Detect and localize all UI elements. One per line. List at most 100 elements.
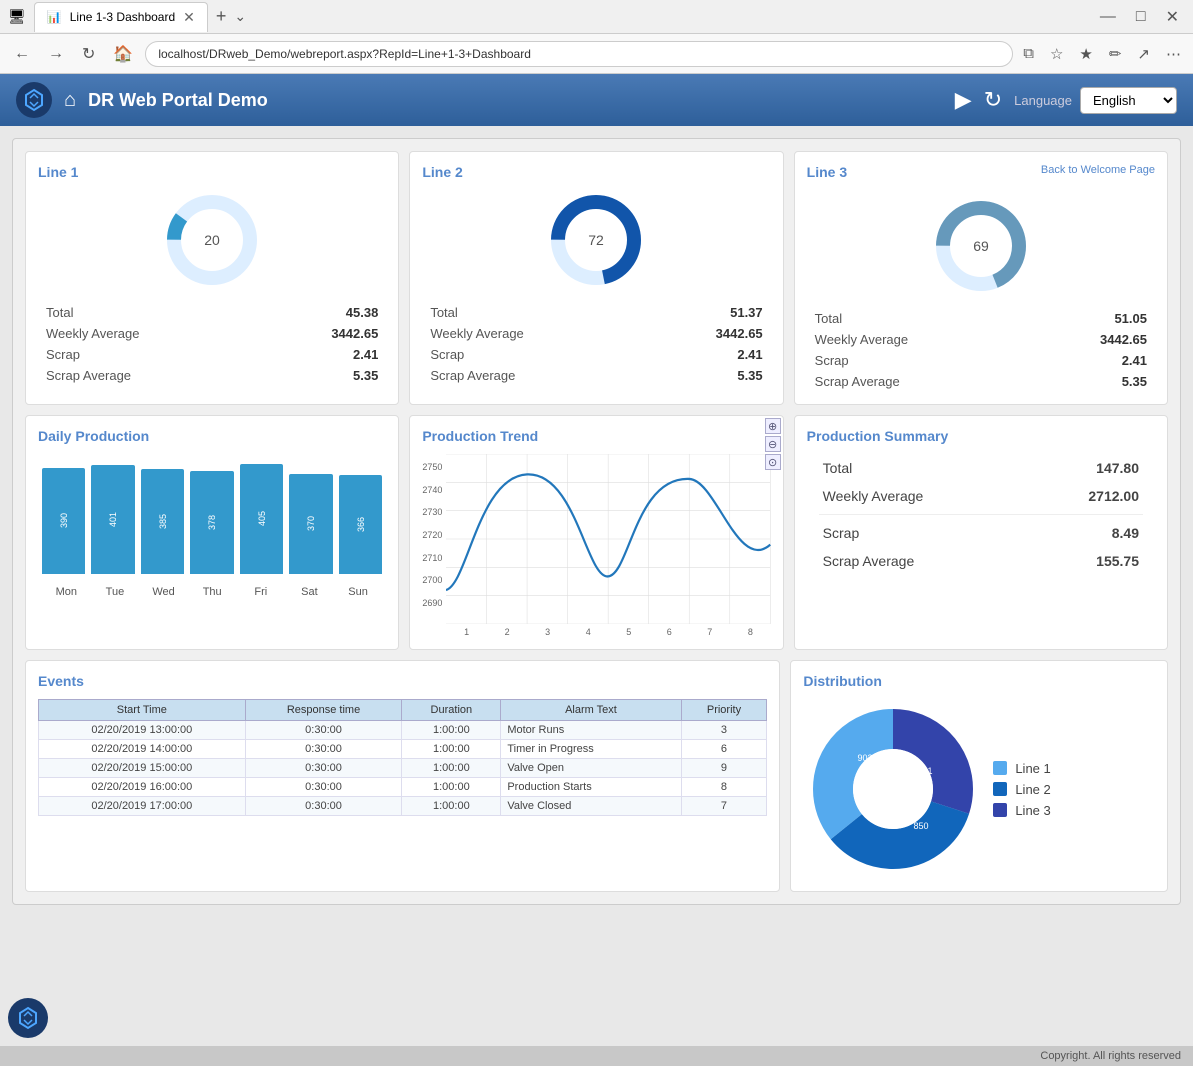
line3-donut-value: 69 [973, 238, 989, 254]
bar-fri: 405 [240, 464, 283, 574]
trend-chart-area: 12345678 [446, 454, 770, 637]
distribution-donut: 903 850 371 [813, 709, 973, 869]
zoom-out-button[interactable]: ⊖ [765, 436, 781, 452]
bar-wed: 385 [141, 469, 184, 574]
legend-color-line1 [993, 761, 1007, 775]
bar-col-fri: 405 [240, 464, 283, 574]
production-trend-title: Production Trend [422, 428, 770, 444]
tab-close-button[interactable]: ✕ [183, 9, 195, 26]
events-cell-start-0: 02/20/2019 13:00:00 [39, 721, 246, 740]
line1-scrap-row: Scrap 2.41 [38, 344, 386, 365]
line3-scrap-row: Scrap 2.41 [807, 350, 1155, 371]
profile-button[interactable]: ✏ [1105, 41, 1126, 67]
minimize-button[interactable]: — [1094, 4, 1122, 30]
bookmark-button[interactable]: ☆ [1046, 41, 1067, 67]
zoom-in-button[interactable]: ⊕ [765, 418, 781, 434]
refresh-button[interactable]: ↻ [76, 40, 101, 68]
back-to-welcome-link[interactable]: Back to Welcome Page [1041, 164, 1155, 176]
dashboard-wrapper: Line 1 20 Total 45.38 Weekly Average [12, 138, 1181, 905]
distribution-container: 903 850 371 Line 1 Line 2 Line 3 [803, 699, 1155, 879]
distribution-card: Distribution 903 [790, 660, 1168, 892]
bar-value-thu: 378 [207, 515, 217, 530]
line1-weekly-row: Weekly Average 3442.65 [38, 323, 386, 344]
app-logo [16, 82, 52, 118]
bar-axis: MonTueWedThuFriSatSun [38, 582, 386, 598]
split-view-button[interactable]: ⧉ [1019, 41, 1038, 67]
bar-value-sun: 366 [356, 517, 366, 532]
bar-day-fri: Fri [237, 586, 286, 598]
col-start-time: Start Time [39, 700, 246, 721]
line2-donut-container: 72 [422, 190, 770, 290]
home-button[interactable]: 🏠 [107, 40, 139, 68]
back-button[interactable]: ← [8, 41, 36, 67]
line2-total-value: 51.37 [730, 305, 763, 320]
events-cell-priority-0: 3 [681, 721, 767, 740]
line2-scrap-row: Scrap 2.41 [422, 344, 770, 365]
events-cell-duration-2: 1:00:00 [402, 759, 501, 778]
line3-weekly-row: Weekly Average 3442.65 [807, 329, 1155, 350]
summary-weekly-label: Weekly Average [823, 488, 924, 504]
app-home-button[interactable]: ⌂ [64, 89, 76, 112]
line2-donut-value: 72 [589, 232, 605, 248]
zoom-reset-button[interactable]: ⊙ [765, 454, 781, 470]
settings-button[interactable]: ⋯ [1162, 41, 1185, 67]
language-label: Language [1014, 93, 1072, 108]
line2-scrap-label: Scrap [430, 347, 464, 362]
bar-tue: 401 [91, 465, 134, 574]
legend-line3: Line 3 [993, 803, 1050, 818]
new-tab-button[interactable]: + [216, 6, 227, 27]
legend-label-line3: Line 3 [1015, 803, 1050, 818]
events-cell-start-2: 02/20/2019 15:00:00 [39, 759, 246, 778]
address-bar[interactable] [145, 41, 1013, 67]
play-button[interactable]: ▶ [955, 87, 972, 113]
bar-col-sun: 366 [339, 475, 382, 574]
dist-line2-label: 850 [914, 821, 929, 831]
line1-weekly-value: 3442.65 [331, 326, 378, 341]
production-summary-title: Production Summary [807, 428, 1155, 444]
events-table: Start Time Response time Duration Alarm … [38, 699, 767, 816]
forward-button[interactable]: → [42, 41, 70, 67]
favorites-button[interactable]: ★ [1075, 41, 1096, 67]
line2-weekly-value: 3442.65 [716, 326, 763, 341]
bar-day-sun: Sun [334, 586, 383, 598]
events-cell-alarm-1: Timer in Progress [501, 740, 681, 759]
line3-scrap-label: Scrap [815, 353, 849, 368]
line2-total-label: Total [430, 305, 457, 320]
events-cell-response-1: 0:30:00 [245, 740, 402, 759]
events-row-4: 02/20/2019 17:00:000:30:001:00:00Valve C… [39, 797, 767, 816]
bar-chart: 390401385378405370366 [38, 454, 386, 574]
line1-scrapavg-label: Scrap Average [46, 368, 131, 383]
line1-total-value: 45.38 [346, 305, 379, 320]
app-title: DR Web Portal Demo [88, 90, 943, 111]
tab-dropdown-button[interactable]: ⌄ [234, 8, 246, 25]
language-select[interactable]: English German French [1080, 87, 1177, 114]
bar-col-thu: 378 [190, 471, 233, 574]
maximize-button[interactable]: □ [1130, 4, 1152, 30]
summary-total-value: 147.80 [1096, 460, 1139, 476]
bar-value-tue: 401 [108, 512, 118, 527]
legend-line2: Line 2 [993, 782, 1050, 797]
legend-label-line1: Line 1 [1015, 761, 1050, 776]
legend-color-line3 [993, 803, 1007, 817]
events-cell-alarm-2: Valve Open [501, 759, 681, 778]
refresh-app-button[interactable]: ↻ [984, 87, 1002, 113]
trend-chart-wrapper: 2750 2740 2730 2720 2710 2700 2690 [422, 454, 770, 637]
bar-value-sat: 370 [306, 516, 316, 531]
browser-tab[interactable]: 📊 Line 1-3 Dashboard ✕ [34, 2, 208, 32]
summary-scrap-label: Scrap [823, 525, 860, 541]
line2-total-row: Total 51.37 [422, 302, 770, 323]
line2-title: Line 2 [422, 164, 770, 180]
bar-sat: 370 [289, 474, 332, 574]
events-row-0: 02/20/2019 13:00:000:30:001:00:00Motor R… [39, 721, 767, 740]
production-summary-card: Production Summary Total 147.80 Weekly A… [794, 415, 1168, 650]
line3-title: Line 3 [807, 164, 847, 180]
line3-donut-container: 69 [807, 196, 1155, 296]
events-cell-start-1: 02/20/2019 14:00:00 [39, 740, 246, 759]
bar-col-tue: 401 [91, 465, 134, 574]
line1-card: Line 1 20 Total 45.38 Weekly Average [25, 151, 399, 405]
bar-col-wed: 385 [141, 469, 184, 574]
zoom-controls: ⊕ ⊖ ⊙ [765, 418, 781, 470]
events-cell-alarm-4: Valve Closed [501, 797, 681, 816]
close-window-button[interactable]: ✕ [1160, 3, 1185, 31]
share-button[interactable]: ↗ [1133, 41, 1154, 67]
